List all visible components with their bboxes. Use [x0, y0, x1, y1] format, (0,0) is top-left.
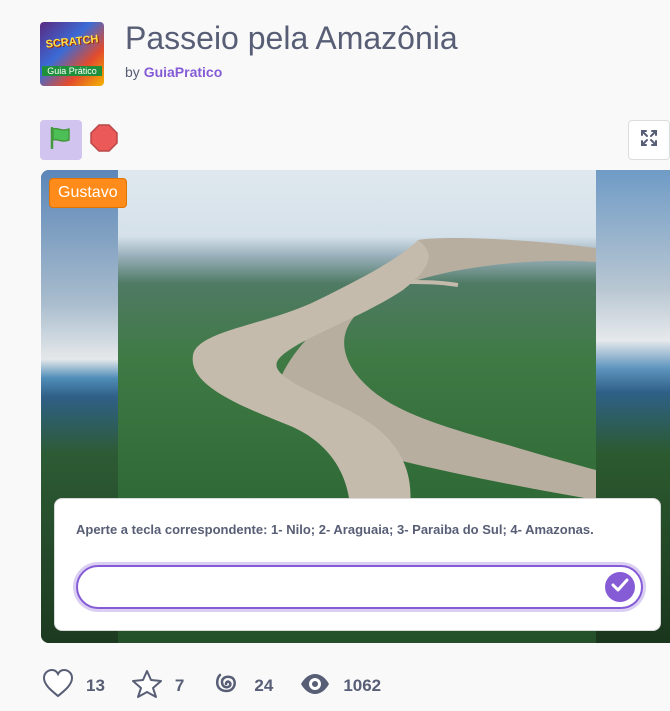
fullscreen-icon — [639, 128, 659, 153]
ask-answer-field[interactable] — [76, 565, 643, 609]
project-title: Passeio pela Amazônia — [125, 20, 458, 56]
heart-icon — [42, 668, 74, 704]
project-byline: by GuiaPratico — [125, 64, 222, 80]
favorite-stat[interactable]: 7 — [131, 669, 184, 704]
project-thumbnail: SCRATCH Guia Prático — [40, 22, 104, 86]
favorite-count: 7 — [174, 676, 185, 695]
submit-answer-button[interactable] — [605, 572, 635, 602]
stop-button[interactable] — [88, 123, 120, 157]
star-icon — [131, 669, 163, 704]
green-flag-button[interactable] — [40, 120, 82, 160]
author-link[interactable]: GuiaPratico — [144, 64, 223, 80]
ask-prompt-panel: Aperte a tecla correspondente: 1- Nilo; … — [54, 498, 661, 631]
remix-icon — [210, 669, 242, 704]
sprite-name-label: Gustavo — [49, 178, 127, 208]
thumbnail-subtitle: Guia Prático — [42, 66, 102, 76]
views-stat: 1062 — [299, 669, 381, 704]
love-count: 13 — [86, 676, 105, 695]
love-stat[interactable]: 13 — [42, 668, 105, 704]
ask-answer-input[interactable] — [92, 567, 596, 605]
thumbnail-logo-text: SCRATCH — [45, 33, 99, 51]
ask-question-text: Aperte a tecla correspondente: 1- Nilo; … — [76, 522, 594, 537]
green-flag-icon — [49, 126, 73, 154]
by-label: by — [125, 64, 140, 80]
fullscreen-button[interactable] — [628, 120, 670, 160]
views-count: 1062 — [343, 676, 382, 695]
remix-stat: 24 — [210, 669, 273, 704]
remix-count: 24 — [254, 676, 274, 695]
eye-icon — [299, 669, 331, 704]
checkmark-icon — [611, 577, 629, 598]
project-stats: 13 7 24 1062 — [42, 668, 407, 704]
stop-icon — [90, 123, 118, 157]
